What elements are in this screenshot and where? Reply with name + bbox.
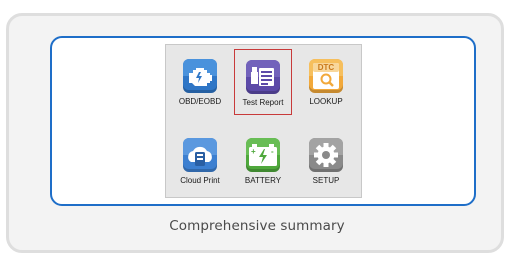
battery-minus-sign: - bbox=[271, 147, 274, 156]
test-report-icon bbox=[246, 60, 280, 94]
engine-icon bbox=[183, 59, 217, 93]
feature-caption: Comprehensive summary bbox=[169, 218, 345, 234]
menu-item-lookup[interactable]: DTC LOOKUP bbox=[297, 49, 355, 115]
menu-item-label: OBD/EOBD bbox=[178, 97, 222, 106]
menu-item-setup[interactable]: SETUP bbox=[297, 128, 355, 194]
menu-item-test-report[interactable]: Test Report bbox=[234, 49, 292, 115]
menu-item-label: SETUP bbox=[312, 176, 340, 185]
menu-item-obd-eobd[interactable]: OBD/EOBD bbox=[171, 49, 229, 115]
menu-item-cloud-print[interactable]: Cloud Print bbox=[171, 128, 229, 194]
cloud-print-icon bbox=[183, 138, 217, 172]
menu-item-battery[interactable]: + - BATTERY bbox=[234, 128, 292, 194]
dtc-icon-text: DTC bbox=[317, 63, 335, 72]
battery-plus-sign: + bbox=[251, 147, 256, 156]
device-menu-screen: OBD/EOBD Test Report DTC LOOKUP Cloud Pr… bbox=[165, 44, 362, 198]
gear-icon bbox=[309, 138, 343, 172]
dtc-lookup-icon: DTC bbox=[309, 59, 343, 93]
battery-icon: + - bbox=[246, 138, 280, 172]
menu-item-label: LOOKUP bbox=[309, 97, 343, 106]
